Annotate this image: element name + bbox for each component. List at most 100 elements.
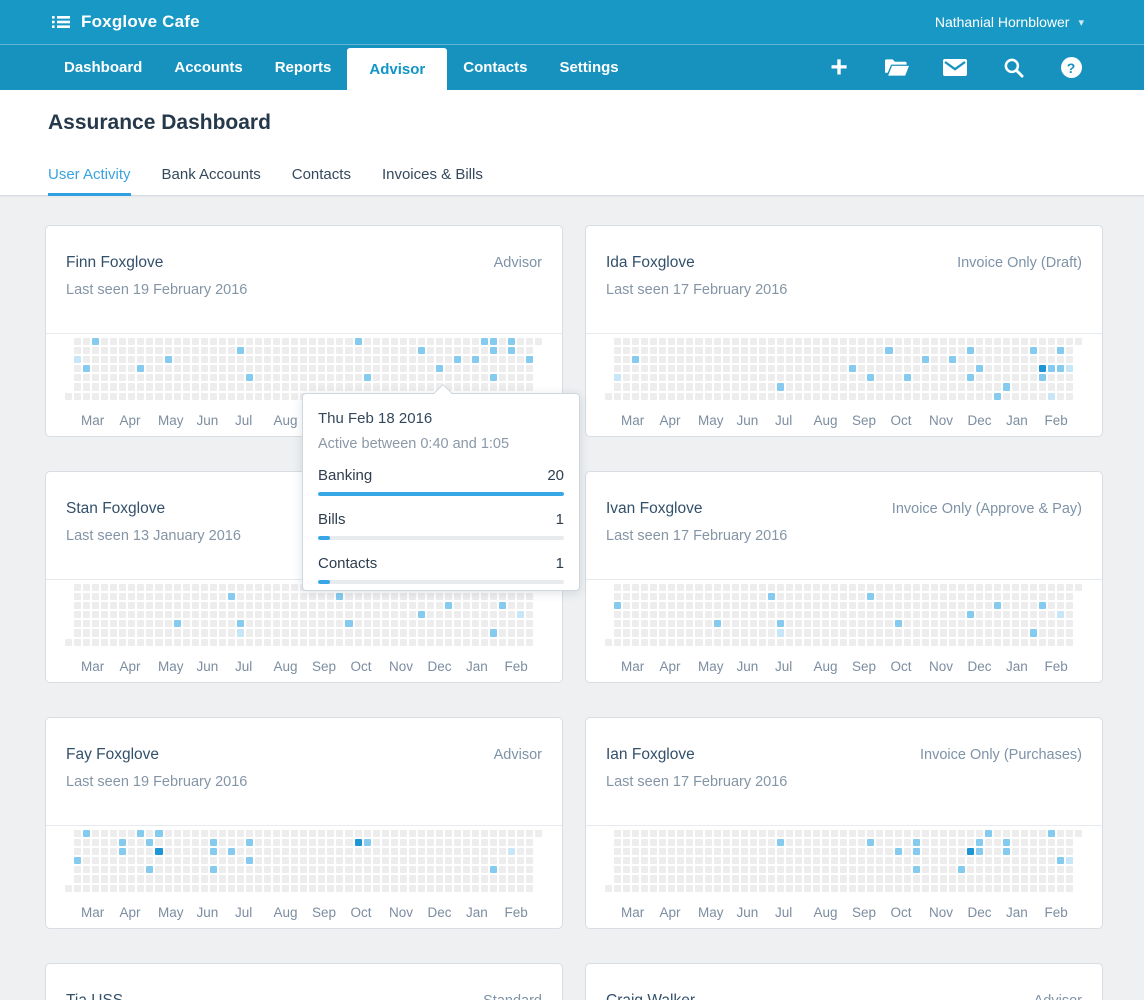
activity-cell[interactable] <box>291 392 299 400</box>
activity-cell[interactable] <box>74 338 82 346</box>
activity-cell[interactable] <box>758 584 766 592</box>
activity-cell[interactable] <box>804 374 812 382</box>
activity-cell[interactable] <box>245 857 253 865</box>
activity-cell[interactable] <box>146 356 154 364</box>
activity-cell[interactable] <box>858 374 866 382</box>
activity-cell[interactable] <box>885 338 893 346</box>
activity-cell[interactable] <box>345 338 353 346</box>
activity-cell[interactable] <box>1066 602 1074 610</box>
activity-cell[interactable] <box>336 830 344 838</box>
activity-cell[interactable] <box>417 866 425 874</box>
activity-cell[interactable] <box>74 392 82 400</box>
activity-cell[interactable] <box>858 866 866 874</box>
activity-cell[interactable] <box>731 857 739 865</box>
activity-cell[interactable] <box>517 830 525 838</box>
activity-cell[interactable] <box>749 884 757 892</box>
activity-cell[interactable] <box>137 830 145 838</box>
activity-cell[interactable] <box>686 584 694 592</box>
activity-cell[interactable] <box>659 866 667 874</box>
activity-cell[interactable] <box>426 884 434 892</box>
activity-cell[interactable] <box>327 365 335 373</box>
activity-cell[interactable] <box>948 830 956 838</box>
activity-cell[interactable] <box>966 839 974 847</box>
activity-cell[interactable] <box>146 638 154 646</box>
activity-cell[interactable] <box>1066 830 1074 838</box>
activity-cell[interactable] <box>731 884 739 892</box>
activity-cell[interactable] <box>481 875 489 883</box>
activity-cell[interactable] <box>785 383 793 391</box>
activity-cell[interactable] <box>200 611 208 619</box>
activity-cell[interactable] <box>767 875 775 883</box>
activity-cell[interactable] <box>363 365 371 373</box>
activity-cell[interactable] <box>291 374 299 382</box>
activity-cell[interactable] <box>858 884 866 892</box>
activity-cell[interactable] <box>318 848 326 856</box>
activity-cell[interactable] <box>146 365 154 373</box>
activity-cell[interactable] <box>463 638 471 646</box>
activity-cell[interactable] <box>695 356 703 364</box>
activity-cell[interactable] <box>894 884 902 892</box>
activity-cell[interactable] <box>92 884 100 892</box>
activity-cell[interactable] <box>1012 584 1020 592</box>
activity-cell[interactable] <box>517 857 525 865</box>
activity-cell[interactable] <box>948 593 956 601</box>
activity-cell[interactable] <box>659 584 667 592</box>
activity-cell[interactable] <box>668 620 676 628</box>
activity-cell[interactable] <box>481 866 489 874</box>
activity-cell[interactable] <box>804 866 812 874</box>
activity-cell[interactable] <box>939 356 947 364</box>
activity-cell[interactable] <box>686 848 694 856</box>
activity-cell[interactable] <box>921 383 929 391</box>
activity-cell[interactable] <box>92 638 100 646</box>
activity-cell[interactable] <box>245 875 253 883</box>
activity-cell[interactable] <box>435 866 443 874</box>
activity-cell[interactable] <box>408 593 416 601</box>
activity-cell[interactable] <box>101 611 109 619</box>
activity-cell[interactable] <box>173 638 181 646</box>
activity-cell[interactable] <box>659 356 667 364</box>
activity-cell[interactable] <box>444 365 453 373</box>
activity-cell[interactable] <box>336 638 344 646</box>
activity-cell[interactable] <box>164 839 172 847</box>
activity-cell[interactable] <box>517 593 525 601</box>
activity-cell[interactable] <box>831 875 839 883</box>
activity-cell[interactable] <box>858 392 866 400</box>
activity-cell[interactable] <box>1057 347 1065 355</box>
activity-cell[interactable] <box>137 383 145 391</box>
activity-cell[interactable] <box>804 347 812 355</box>
activity-cell[interactable] <box>767 383 775 391</box>
activity-cell[interactable] <box>236 884 244 892</box>
activity-cell[interactable] <box>481 857 489 865</box>
activity-cell[interactable] <box>695 620 703 628</box>
activity-cell[interactable] <box>155 629 163 637</box>
activity-cell[interactable] <box>632 857 640 865</box>
activity-cell[interactable] <box>282 839 290 847</box>
activity-cell[interactable] <box>831 830 839 838</box>
activity-cell[interactable] <box>876 848 884 856</box>
activity-cell[interactable] <box>704 839 712 847</box>
activity-cell[interactable] <box>840 584 848 592</box>
activity-cell[interactable] <box>731 848 739 856</box>
activity-cell[interactable] <box>508 374 516 382</box>
activity-cell[interactable] <box>291 839 299 847</box>
activity-cell[interactable] <box>1021 383 1029 391</box>
activity-cell[interactable] <box>1057 611 1065 619</box>
activity-cell[interactable] <box>1039 875 1047 883</box>
search-icon[interactable] <box>1001 56 1025 80</box>
activity-cell[interactable] <box>948 611 956 619</box>
activity-cell[interactable] <box>119 374 127 382</box>
activity-cell[interactable] <box>650 866 658 874</box>
activity-cell[interactable] <box>472 338 480 346</box>
activity-cell[interactable] <box>399 611 407 619</box>
activity-cell[interactable] <box>336 620 344 628</box>
activity-cell[interactable] <box>83 602 91 610</box>
activity-cell[interactable] <box>1048 638 1056 646</box>
activity-cell[interactable] <box>1030 857 1038 865</box>
activity-cell[interactable] <box>1030 365 1038 373</box>
activity-cell[interactable] <box>894 866 902 874</box>
activity-cell[interactable] <box>1003 383 1011 391</box>
activity-cell[interactable] <box>526 848 534 856</box>
activity-cell[interactable] <box>173 602 181 610</box>
activity-cell[interactable] <box>731 584 739 592</box>
activity-cell[interactable] <box>74 374 82 382</box>
